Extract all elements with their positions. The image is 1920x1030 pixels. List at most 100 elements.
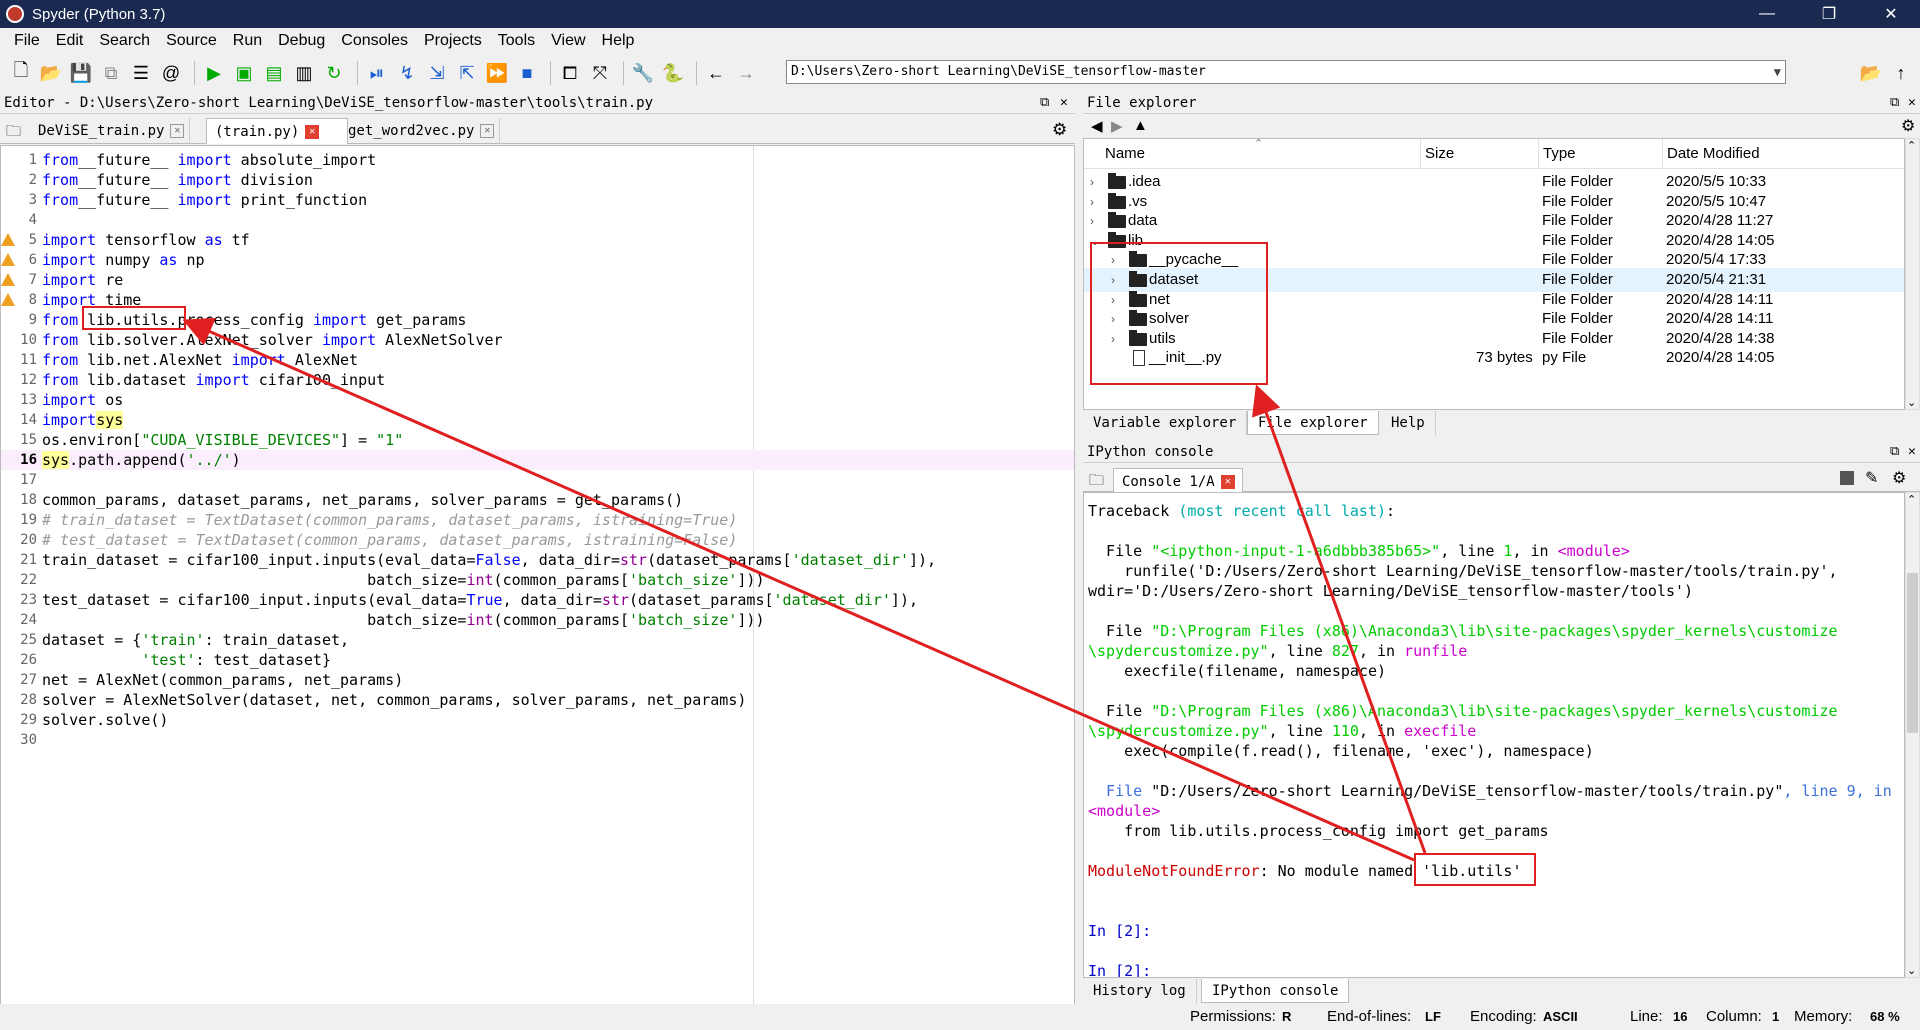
undock-icon[interactable]: ⧉	[1890, 92, 1899, 114]
undock-icon[interactable]: ⧉	[1890, 441, 1899, 463]
parent-dir-icon[interactable]: ↑	[1888, 60, 1914, 86]
at-icon[interactable]: @	[158, 60, 184, 86]
code-line: 4	[1, 210, 1074, 230]
gear-icon[interactable]: ⚙	[1892, 468, 1906, 488]
step-icon[interactable]: ↯	[394, 60, 420, 86]
close-icon[interactable]: ✕	[305, 125, 320, 139]
file-explorer-scrollbar[interactable]: ⌃ ⌄	[1905, 138, 1920, 410]
back-icon[interactable]: ◀	[1091, 117, 1103, 135]
tab-ipython-console[interactable]: IPython console	[1201, 979, 1350, 1003]
menu-file[interactable]: File	[6, 32, 48, 50]
column-name[interactable]: Name	[1105, 145, 1145, 162]
close-pane-icon[interactable]: ✕	[1908, 92, 1916, 114]
gear-icon[interactable]: ⚙	[1052, 120, 1067, 140]
open-folder-icon[interactable]: 📂	[38, 60, 64, 86]
line-number: 23	[20, 592, 37, 608]
code-text: from__future__ import division	[42, 170, 313, 190]
line-value: 16	[1673, 1009, 1688, 1024]
tab-train[interactable]: (train.py) ✕	[206, 118, 348, 144]
file-explorer-header: File explorer ⧉ ✕	[1083, 92, 1920, 114]
browse-icon[interactable]: 📂	[1858, 60, 1884, 86]
preferences-icon[interactable]: 🔧	[630, 60, 656, 86]
code-token: (common_params[	[493, 571, 630, 589]
memory-label: Memory:	[1794, 1008, 1853, 1025]
close-pane-icon[interactable]: ✕	[1908, 441, 1916, 463]
debug-icon[interactable]: ⏯	[364, 60, 390, 86]
scroll-up-icon[interactable]: ⌃	[1907, 493, 1916, 506]
forward-icon[interactable]: →	[733, 60, 759, 86]
chevron-down-icon[interactable]: ▼	[1774, 61, 1781, 83]
save-icon[interactable]: 💾	[68, 60, 94, 86]
close-icon[interactable]: ✕	[1220, 475, 1235, 489]
menu-projects[interactable]: Projects	[416, 32, 490, 50]
close-icon[interactable]: ✕	[480, 124, 495, 138]
close-window-button[interactable]: ✕	[1868, 0, 1914, 28]
stop-icon[interactable]	[1840, 471, 1854, 485]
column-size[interactable]: Size	[1420, 139, 1454, 169]
forward-icon[interactable]: ▶	[1111, 117, 1123, 135]
working-directory-input[interactable]: D:\Users\Zero-short Learning\DeViSE_tens…	[786, 60, 1786, 84]
code-token: from	[42, 151, 79, 169]
tab-devise-train[interactable]: DeViSE_train.py ✕	[30, 118, 190, 144]
maximize-button[interactable]: ❐	[1806, 0, 1852, 28]
column-type[interactable]: Type	[1538, 139, 1576, 169]
code-editor[interactable]: 1 from__future__ import absolute_import 2 f…	[0, 145, 1075, 1005]
menu-run[interactable]: Run	[225, 32, 270, 50]
fullscreen-icon[interactable]: ⤧	[587, 60, 613, 86]
code-text: import numpy as np	[42, 250, 205, 270]
console-scrollbar[interactable]: ⌃ ⌄	[1905, 492, 1920, 978]
close-icon[interactable]: ✕	[170, 124, 185, 138]
menu-tools[interactable]: Tools	[490, 32, 543, 50]
run-cell-advance-icon[interactable]: ▤	[261, 60, 287, 86]
back-icon[interactable]: ←	[703, 60, 729, 86]
run-selection-icon[interactable]: ▥	[291, 60, 317, 86]
scroll-down-icon[interactable]: ⌄	[1907, 396, 1916, 409]
column-date-modified[interactable]: Date Modified	[1662, 139, 1760, 169]
line-number: 9	[28, 312, 37, 328]
menu-consoles[interactable]: Consoles	[333, 32, 416, 50]
code-token: re	[96, 271, 124, 289]
rerun-icon[interactable]: ↻	[321, 60, 347, 86]
save-all-icon[interactable]: ⧉	[98, 60, 124, 86]
menu-debug[interactable]: Debug	[270, 32, 333, 50]
new-file-icon[interactable]: 🗋	[8, 60, 34, 86]
browse-tabs-icon[interactable]: 🗀	[6, 121, 21, 146]
tab-console-1a[interactable]: Console 1/A ✕	[1113, 468, 1243, 494]
parent-dir-icon[interactable]: ▲	[1133, 117, 1148, 134]
tab-file-explorer[interactable]: File explorer	[1247, 411, 1379, 435]
maximize-pane-icon[interactable]: ⧠	[557, 60, 583, 86]
step-return-icon[interactable]: ⇱	[454, 60, 480, 86]
undock-icon[interactable]: ⧉	[1040, 92, 1049, 114]
tab-history-log[interactable]: History log	[1083, 979, 1197, 1003]
close-pane-icon[interactable]: ✕	[1060, 92, 1068, 114]
menu-help[interactable]: Help	[594, 32, 643, 50]
menu-search[interactable]: Search	[91, 32, 158, 50]
run-cell-icon[interactable]: ▣	[231, 60, 257, 86]
code-token: import	[177, 171, 232, 189]
code-line: 19 # train_dataset = TextDataset(common_p…	[1, 510, 1074, 530]
continue-icon[interactable]: ⏩	[484, 60, 510, 86]
clear-console-icon[interactable]: ✎	[1865, 468, 1878, 488]
stop-icon[interactable]: ■	[514, 60, 540, 86]
menu-source[interactable]: Source	[158, 32, 225, 50]
python-path-icon[interactable]: 🐍	[660, 60, 686, 86]
ipython-console[interactable]: Traceback (most recent call last): File …	[1083, 492, 1905, 978]
tab-get-word2vec[interactable]: get_word2vec.py ✕	[340, 118, 500, 144]
code-token: batch_size=	[42, 611, 467, 629]
console-token: 110	[1331, 722, 1359, 740]
minimize-button[interactable]: —	[1744, 0, 1790, 28]
scroll-thumb[interactable]	[1907, 573, 1918, 733]
tab-help[interactable]: Help	[1381, 411, 1436, 435]
tab-variable-explorer[interactable]: Variable explorer	[1083, 411, 1248, 435]
gear-icon[interactable]: ⚙	[1901, 116, 1915, 136]
scroll-up-icon[interactable]: ⌃	[1907, 139, 1916, 152]
list-icon[interactable]: ☰	[128, 60, 154, 86]
menu-view[interactable]: View	[543, 32, 593, 50]
scroll-down-icon[interactable]: ⌄	[1907, 964, 1916, 977]
console-line: <module>	[1088, 801, 1160, 821]
editor-pane-title: Editor - D:\Users\Zero-short Learning\De…	[4, 95, 654, 111]
step-into-icon[interactable]: ⇲	[424, 60, 450, 86]
menu-edit[interactable]: Edit	[48, 32, 92, 50]
console-token: In [2]:	[1088, 922, 1152, 940]
run-icon[interactable]: ▶	[201, 60, 227, 86]
